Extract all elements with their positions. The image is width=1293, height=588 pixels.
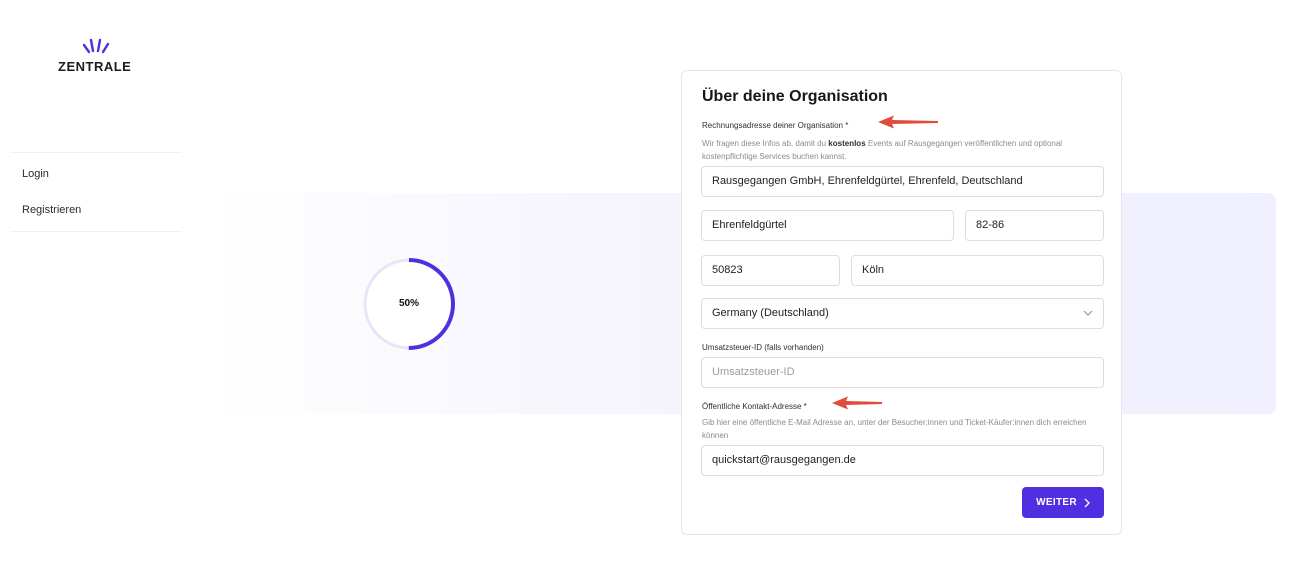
contact-email-input[interactable]: quickstart@rausgegangen.de: [701, 445, 1104, 476]
logo[interactable]: ZENTRALE: [58, 38, 138, 74]
street-input[interactable]: Ehrenfeldgürtel: [701, 210, 954, 241]
sidebar-item-register[interactable]: Registrieren: [10, 192, 182, 228]
progress-label: 50%: [398, 298, 419, 309]
progress-ring: 50%: [361, 256, 457, 352]
chevron-right-icon: [1084, 498, 1090, 507]
sidebar-nav: Login Registrieren: [10, 152, 182, 232]
zip-input[interactable]: 50823: [701, 255, 840, 286]
billing-address-label: Rechnungsadresse deiner Organisation *: [702, 121, 849, 130]
organisation-form-card: Über deine Organisation Rechnungsadresse…: [681, 70, 1122, 535]
address-search-input[interactable]: Rausgegangen GmbH, Ehrenfeldgürtel, Ehre…: [701, 166, 1104, 197]
annotation-arrow-icon: [832, 396, 882, 410]
contact-address-hint: Gib hier eine öffentliche E-Mail Adresse…: [702, 418, 1087, 440]
city-input[interactable]: Köln: [851, 255, 1104, 286]
logo-wordmark: ZENTRALE: [58, 59, 132, 74]
chevron-down-icon: [1083, 299, 1093, 340]
logo-rays-icon: [82, 38, 110, 54]
next-button-label: WEITER: [1036, 497, 1077, 508]
vat-id-input[interactable]: Umsatzsteuer-ID: [701, 357, 1104, 388]
contact-address-label: Öffentliche Kontakt-Adresse *: [702, 402, 807, 411]
house-number-input[interactable]: 82-86: [965, 210, 1104, 241]
country-select-value: Germany (Deutschland): [712, 307, 829, 319]
billing-address-hint: Wir fragen diese Infos ab, damit du kost…: [702, 139, 1063, 161]
annotation-arrow-icon: [878, 115, 938, 129]
country-select[interactable]: Germany (Deutschland): [701, 298, 1104, 329]
form-title: Über deine Organisation: [702, 88, 888, 105]
next-button[interactable]: WEITER: [1022, 487, 1104, 518]
vat-id-label: Umsatzsteuer-ID (falls vorhanden): [702, 343, 824, 352]
sidebar-item-login[interactable]: Login: [10, 156, 182, 192]
